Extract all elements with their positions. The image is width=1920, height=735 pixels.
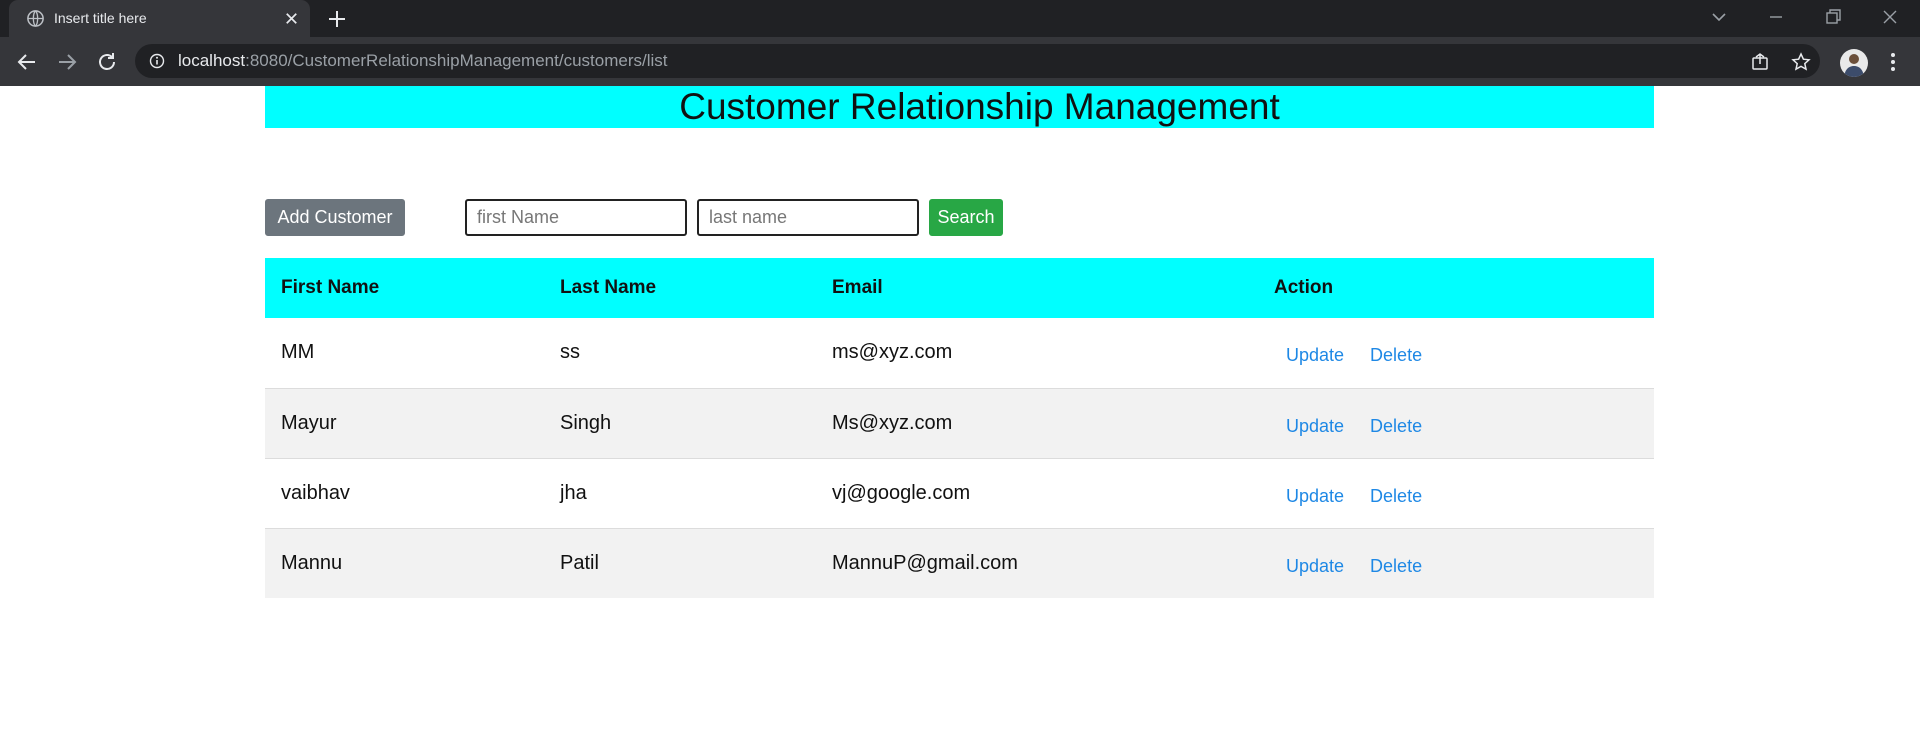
browser-tabstrip: Insert title here (0, 0, 1920, 37)
cell-email: MannuP@gmail.com (816, 527, 1258, 598)
delete-link[interactable]: Delete (1370, 486, 1422, 507)
minimize-icon[interactable] (1765, 6, 1787, 28)
page-header: Customer Relationship Management (265, 86, 1654, 128)
table-row: MM ss ms@xyz.com Update Delete (265, 318, 1654, 388)
url-path: :8080/CustomerRelationshipManagement/cus… (245, 51, 668, 70)
cell-last-name: jha (544, 457, 816, 528)
info-icon[interactable] (149, 53, 165, 69)
address-bar[interactable]: localhost:8080/CustomerRelationshipManag… (135, 44, 1820, 78)
cell-actions: Update Delete (1258, 318, 1654, 388)
add-customer-button[interactable]: Add Customer (265, 199, 405, 236)
browser-tab[interactable]: Insert title here (9, 0, 310, 37)
cell-email: vj@google.com (816, 457, 1258, 528)
cell-first-name: Mayur (265, 387, 544, 458)
tab-title: Insert title here (54, 10, 147, 26)
url-text[interactable]: localhost:8080/CustomerRelationshipManag… (178, 51, 667, 71)
restore-icon[interactable] (1822, 6, 1844, 28)
update-link[interactable]: Update (1286, 345, 1344, 366)
reload-icon[interactable] (94, 49, 120, 75)
cell-last-name: Singh (544, 387, 816, 458)
window-close-icon[interactable] (1879, 6, 1901, 28)
forward-arrow-icon[interactable] (54, 49, 80, 75)
cell-first-name: vaibhav (265, 457, 544, 528)
page-title: Customer Relationship Management (679, 86, 1280, 127)
cell-actions: Update Delete (1258, 527, 1654, 598)
globe-icon (27, 10, 44, 27)
search-button[interactable]: Search (929, 199, 1003, 236)
star-icon[interactable] (1791, 52, 1811, 72)
table-header-row: First Name Last Name Email Action (265, 258, 1654, 318)
column-header-last-name: Last Name (544, 258, 816, 318)
cell-first-name: MM (265, 318, 544, 388)
cell-email: Ms@xyz.com (816, 387, 1258, 458)
delete-link[interactable]: Delete (1370, 416, 1422, 437)
back-arrow-icon[interactable] (14, 49, 40, 75)
update-link[interactable]: Update (1286, 416, 1344, 437)
cell-last-name: ss (544, 318, 816, 388)
share-icon[interactable] (1750, 52, 1770, 72)
browser-toolbar: localhost:8080/CustomerRelationshipManag… (0, 37, 1920, 86)
delete-link[interactable]: Delete (1370, 556, 1422, 577)
cell-actions: Update Delete (1258, 387, 1654, 458)
table-row: vaibhav jha vj@google.com Update Delete (265, 457, 1654, 528)
customer-table: First Name Last Name Email Action MM ss … (265, 258, 1654, 598)
last-name-input[interactable] (697, 199, 919, 236)
kebab-menu-icon[interactable] (1881, 50, 1905, 74)
person-icon (1844, 54, 1864, 77)
page-content: Customer Relationship Management Add Cus… (0, 86, 1920, 735)
table-row: Mayur Singh Ms@xyz.com Update Delete (265, 387, 1654, 458)
delete-link[interactable]: Delete (1370, 345, 1422, 366)
first-name-input[interactable] (465, 199, 687, 236)
cell-actions: Update Delete (1258, 457, 1654, 528)
chevron-down-icon[interactable] (1708, 6, 1730, 28)
cell-email: ms@xyz.com (816, 318, 1258, 388)
close-icon[interactable] (282, 9, 301, 28)
avatar[interactable] (1840, 49, 1868, 77)
column-header-first-name: First Name (265, 258, 544, 318)
cell-first-name: Mannu (265, 527, 544, 598)
table-row: Mannu Patil MannuP@gmail.com Update Delet… (265, 527, 1654, 598)
url-host: localhost (178, 51, 246, 70)
column-header-action: Action (1258, 258, 1654, 318)
update-link[interactable]: Update (1286, 486, 1344, 507)
column-header-email: Email (816, 258, 1258, 318)
cell-last-name: Patil (544, 527, 816, 598)
plus-icon[interactable] (326, 8, 348, 30)
update-link[interactable]: Update (1286, 556, 1344, 577)
